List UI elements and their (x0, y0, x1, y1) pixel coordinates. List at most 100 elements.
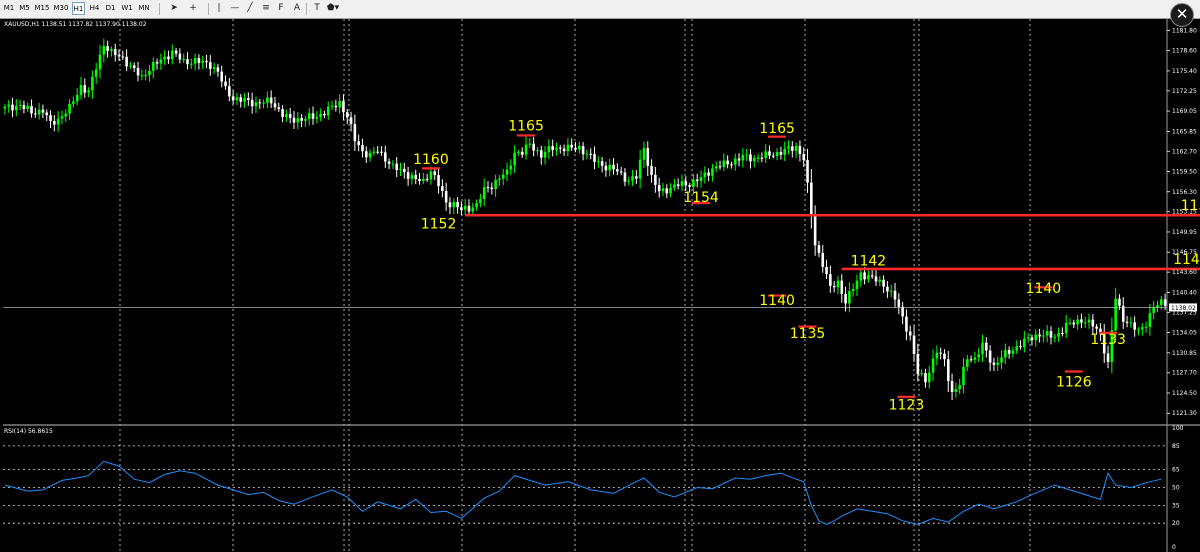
candle-bear (665, 188, 669, 194)
candle-bear (41, 109, 45, 113)
candle-bear (30, 105, 33, 114)
candle-bear (654, 174, 657, 185)
candle-bull (1026, 337, 1030, 339)
candle-bear (349, 117, 353, 125)
candle-bull (37, 109, 41, 115)
candle-bear (863, 272, 866, 280)
candle-bear (136, 68, 140, 76)
timeframe-h4[interactable]: H4 (88, 2, 101, 15)
timeframe-m30[interactable]: M30 (53, 2, 69, 15)
timeframe-h1[interactable]: H1 (72, 2, 85, 15)
candle-bear (570, 144, 573, 148)
candle-bull (1137, 329, 1140, 331)
candle-bear (22, 104, 26, 109)
candle-bear (985, 342, 988, 351)
timeframe-d1[interactable]: D1 (104, 2, 117, 15)
rsi-tick-label: 35 (1172, 502, 1180, 509)
y-tick-label: 1146.75 (1172, 249, 1197, 256)
text-icon[interactable]: A (290, 2, 304, 15)
candle-bear (600, 161, 604, 166)
candle-bull (266, 97, 269, 103)
y-tick-label: 1181.80 (1172, 27, 1197, 34)
candle-bull (566, 144, 570, 152)
candle-bull (794, 145, 798, 151)
candle-bull (1042, 335, 1045, 337)
candle-bear (886, 286, 889, 292)
candle-bear (1163, 299, 1167, 307)
shapes-icon[interactable]: ⬟▾ (326, 2, 340, 15)
rsi-tick-label: 20 (1172, 520, 1180, 527)
candle-bull (391, 163, 395, 165)
cursor-icon[interactable]: ➤ (167, 2, 181, 15)
trendline-icon[interactable]: ╱ (243, 2, 257, 15)
price-annotation: 1140 (759, 293, 795, 309)
candle-bull (148, 70, 151, 76)
candle-bear (456, 201, 459, 208)
timeframe-w1[interactable]: W1 (120, 2, 134, 15)
candle-bear (604, 165, 608, 171)
candle-bear (798, 145, 802, 154)
candle-bull (673, 184, 676, 188)
toolbar-separator (159, 3, 160, 15)
candle-bear (551, 146, 554, 150)
candle-bear (83, 85, 87, 93)
candle-bull (26, 105, 30, 109)
candle-bull (64, 113, 68, 117)
candle-bear (520, 151, 524, 155)
timeframe-m1[interactable]: M1 (3, 2, 15, 15)
candle-bear (364, 151, 368, 158)
candle-bull (1053, 336, 1057, 338)
candle-bull (68, 103, 71, 114)
candle-bull (965, 359, 969, 367)
horizontal-line-icon[interactable]: — (228, 2, 242, 15)
price-annotations: 1160 1165 1165 1152 1154 1142 1140 1135 1123 1140… (413, 118, 1126, 413)
candle-bull (543, 151, 547, 158)
vertical-line-icon[interactable]: | (212, 2, 226, 15)
candle-bull (1152, 307, 1155, 314)
price-chart: 11521142 1160 1165 1165 1152 1154 1142 1140 113… (3, 18, 1200, 552)
candle-bear (406, 172, 410, 179)
candle-bull (482, 187, 486, 200)
candle-bull (699, 177, 703, 182)
candle-bull (110, 49, 113, 51)
candle-bull (79, 85, 83, 95)
candle-bear (730, 164, 733, 166)
candle-bull (75, 94, 79, 102)
candle-bear (589, 153, 593, 155)
candle-bear (1106, 353, 1110, 362)
current-price-label: 1138.02 (1171, 305, 1196, 312)
candle-bull (638, 159, 642, 179)
candle-bear (581, 146, 585, 155)
toolbar-separator (208, 3, 209, 15)
channel-icon[interactable]: ≡ (259, 2, 273, 15)
y-tick-label: 1121.30 (1172, 410, 1197, 417)
label-icon[interactable]: T (310, 2, 324, 15)
candle-bull (1004, 350, 1007, 358)
timeframe-m15[interactable]: M15 (34, 2, 50, 15)
candle-bear (574, 147, 577, 150)
fibonacci-icon[interactable]: F (274, 2, 288, 15)
candle-bear (277, 107, 281, 110)
candle-bear (726, 160, 729, 165)
candle-bull (859, 272, 863, 281)
candle-bull (513, 152, 516, 166)
candle-bear (684, 181, 688, 186)
rsi-tick-label: 50 (1172, 485, 1180, 492)
price-annotation: 1160 (413, 152, 449, 168)
rsi-tick-label: 100 (1172, 425, 1184, 432)
candle-bear (893, 290, 897, 300)
candle-bull (60, 116, 64, 119)
candle-bull (577, 146, 581, 150)
crosshair-icon[interactable]: + (186, 2, 200, 15)
candle-bull (326, 106, 330, 116)
candle-bull (144, 75, 147, 77)
y-tick-label: 1134.05 (1172, 330, 1197, 337)
candle-bear (1007, 350, 1011, 354)
y-tick-label: 1143.60 (1172, 269, 1197, 276)
candle-bear (992, 362, 996, 365)
timeframe-mn[interactable]: MN (137, 2, 151, 15)
price-annotation: 1152 (421, 216, 457, 232)
y-tick-label: 1178.60 (1172, 48, 1197, 55)
candle-bull (752, 157, 756, 162)
timeframe-m5[interactable]: M5 (18, 2, 31, 15)
